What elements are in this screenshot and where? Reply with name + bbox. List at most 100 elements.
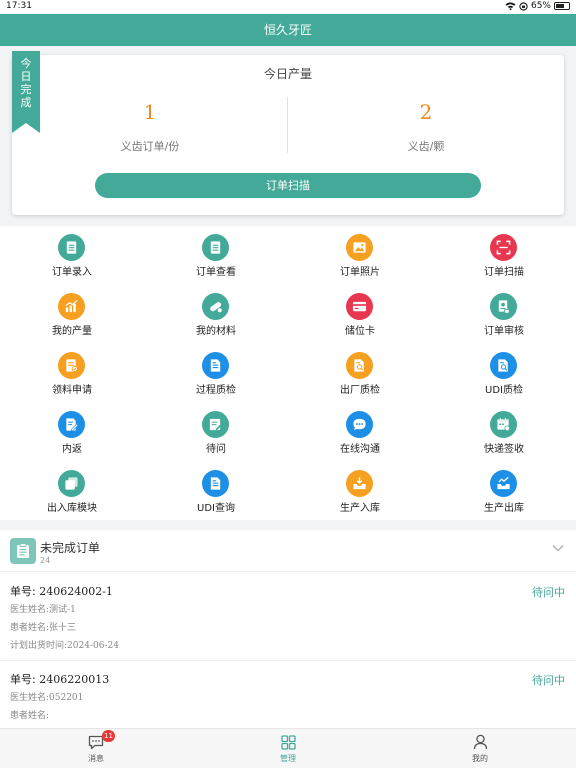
menu-item[interactable]: 领料申请 [0, 344, 144, 403]
menu-item[interactable]: 待问 [144, 403, 288, 462]
menu-item[interactable]: 生产入库 [288, 462, 432, 521]
menu-item[interactable]: 订单审核 [432, 285, 576, 344]
unfinished-orders-header[interactable]: 未完成订单 24 [0, 530, 576, 572]
menu-item-label: 订单扫描 [484, 267, 524, 278]
menu-item-label: 订单查看 [196, 267, 236, 278]
today-production-title: 今日产量 [263, 67, 312, 81]
stat-teeth-value: 2 [419, 100, 433, 124]
menu-item-label: 储位卡 [345, 326, 375, 337]
menu-item[interactable]: 快递签收 [432, 403, 576, 462]
menu-item-label: 在线沟通 [340, 444, 380, 455]
menu-item[interactable]: 储位卡 [288, 285, 432, 344]
chart-icon [58, 293, 85, 320]
battery-icon [554, 2, 570, 10]
tab-messages-label: 消息 [88, 754, 104, 763]
menu-item-label: 我的材料 [196, 326, 236, 337]
menu-item[interactable]: 我的材料 [144, 285, 288, 344]
order-row[interactable]: 单号: 2406220013 待问中 医生姓名:052201 患者姓名: [0, 670, 576, 728]
stat-orders-label: 义齿订单/份 [120, 140, 180, 153]
stat-teeth: 2 义齿/颗 [288, 100, 564, 154]
user-icon [473, 734, 487, 750]
calendar-icon [490, 411, 517, 438]
menu-item[interactable]: 订单查看 [144, 226, 288, 285]
order-number: 单号: 240624002-1 [10, 585, 113, 598]
tab-manage-label: 管理 [280, 754, 296, 763]
menu-item[interactable]: 内返 [0, 403, 144, 462]
scan-icon [490, 234, 517, 261]
order-doctor: 医生姓名:052201 [10, 693, 84, 703]
menu-item-label: UDI查询 [197, 503, 235, 514]
order-ship-date: 计划出货时间:2024-06-24 [10, 641, 119, 651]
stat-orders-value: 1 [143, 100, 157, 124]
status-right: 65% [505, 1, 570, 11]
lock-rotation-icon [519, 1, 528, 11]
doc-search-icon [490, 352, 517, 379]
doc-icon [202, 470, 229, 497]
menu-item-label: 生产入库 [340, 503, 380, 514]
menu-item-label: 出厂质检 [340, 385, 380, 396]
apply-icon [58, 352, 85, 379]
clipboard-icon [10, 538, 36, 564]
menu-item[interactable]: 订单照片 [288, 226, 432, 285]
inbox-in-icon [346, 470, 373, 497]
menu-item-label: 订单照片 [340, 267, 380, 278]
copy-icon [58, 470, 85, 497]
order-scan-button[interactable]: 订单扫描 [95, 173, 481, 198]
menu-item[interactable]: 在线沟通 [288, 403, 432, 462]
menu-item[interactable]: 订单扫描 [432, 226, 576, 285]
menu-item[interactable]: UDI质检 [432, 344, 576, 403]
pill-icon [202, 293, 229, 320]
doc-search-icon [346, 352, 373, 379]
order-number: 单号: 2406220013 [10, 673, 110, 686]
menu-item[interactable]: 过程质检 [144, 344, 288, 403]
stat-teeth-label: 义齿/颗 [407, 140, 445, 153]
wifi-icon [505, 2, 516, 10]
menu-item-label: 订单录入 [52, 267, 92, 278]
menu-item[interactable]: 我的产量 [0, 285, 144, 344]
tab-mine-label: 我的 [472, 754, 488, 763]
menu-item[interactable]: 出入库模块 [0, 462, 144, 521]
status-time: 17:31 [6, 1, 32, 11]
order-doctor: 医生姓名:测试-1 [10, 605, 76, 615]
menu-item-label: 生产出库 [484, 503, 524, 514]
order-status: 待问中 [532, 586, 565, 599]
menu-item[interactable]: 订单录入 [0, 226, 144, 285]
order-divider [0, 660, 576, 661]
unfinished-orders-panel: 未完成订单 24 单号: 240624002-1 待问中 医生姓名:测试-1 患… [0, 530, 576, 728]
menu-item-label: 订单审核 [484, 326, 524, 337]
chevron-down-icon[interactable] [552, 544, 564, 552]
doc-list-icon [202, 234, 229, 261]
unfinished-orders-title: 未完成订单 [40, 541, 101, 555]
doc-list-icon [58, 234, 85, 261]
menu-item-label: 快递签收 [484, 444, 524, 455]
menu-item-label: UDI质检 [485, 385, 523, 396]
image-icon [346, 234, 373, 261]
tab-manage[interactable]: 管理 [192, 733, 384, 764]
menu-item[interactable]: 生产出库 [432, 462, 576, 521]
audit-icon [490, 293, 517, 320]
function-grid: 订单录入 订单查看 订单照片 订单扫描 我的产量 我的材料 储位卡 订单审核 领料申请 过程质检出… [0, 226, 576, 520]
tab-messages[interactable]: 11 消息 [0, 730, 192, 764]
menu-item[interactable]: 出厂质检 [288, 344, 432, 403]
grid-icon [280, 734, 296, 750]
edit-doc-icon [202, 411, 229, 438]
battery-percent: 65% [530, 1, 551, 11]
chat-icon [346, 411, 373, 438]
order-row[interactable]: 单号: 240624002-1 待问中 医生姓名:测试-1 患者姓名:张十三 计… [0, 582, 576, 660]
stat-orders: 1 义齿订单/份 [12, 100, 288, 154]
today-production-card: 今 日 完 成 今日产量 1 义齿订单/份 2 义齿/颗 订单扫描 [12, 51, 564, 215]
menu-item-label: 待问 [206, 444, 226, 455]
app-header: 恒久牙匠 [0, 14, 576, 46]
menu-item[interactable]: UDI查询 [144, 462, 288, 521]
order-status: 待问中 [532, 674, 565, 687]
message-count-badge: 11 [102, 730, 115, 742]
inbox-out-icon [490, 470, 517, 497]
tab-mine[interactable]: 我的 [384, 733, 576, 764]
menu-item-label: 出入库模块 [47, 503, 97, 514]
unfinished-orders-count: 24 [40, 556, 51, 565]
doc-icon [202, 352, 229, 379]
menu-item-label: 内返 [62, 444, 82, 455]
menu-item-label: 过程质检 [196, 385, 236, 396]
edit-icon [58, 411, 85, 438]
status-bar: 17:31 65% [0, 0, 576, 14]
